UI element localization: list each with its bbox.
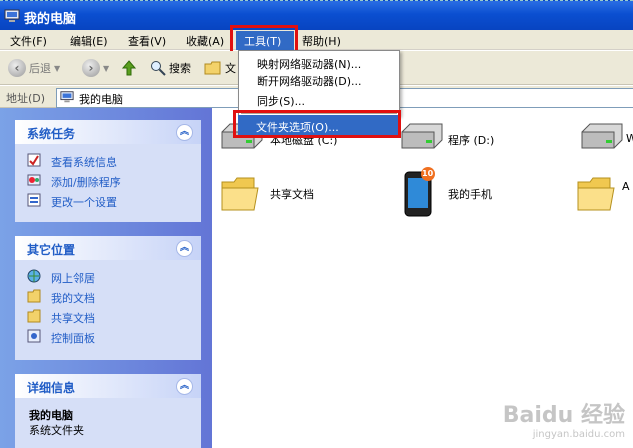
menu-favorites[interactable]: 收藏(A) — [186, 33, 224, 49]
menu-disconnect-network-drive[interactable]: 断开网络驱动器(D)... — [257, 73, 362, 89]
details-name: 我的电脑 — [29, 409, 73, 422]
system-tasks-panel: 系统任务 ︽ 查看系统信息 添加/删除程序 更改一个设置 — [15, 120, 201, 222]
menu-map-network-drive[interactable]: 映射网络驱动器(N)... — [257, 56, 361, 72]
system-tasks-header[interactable]: 系统任务 ︽ — [15, 120, 201, 144]
task-change-setting[interactable]: 更改一个设置 — [15, 190, 201, 210]
place-shared-documents[interactable]: 共享文档 — [15, 306, 201, 326]
menu-view[interactable]: 查看(V) — [128, 33, 166, 49]
details-panel: 详细信息 ︽ 我的电脑 系统文件夹 — [15, 374, 201, 448]
details-desc: 系统文件夹 — [29, 424, 84, 437]
dropdown-arrow-icon: ▼ — [54, 63, 61, 73]
shared-folder-icon — [27, 309, 41, 323]
menu-edit[interactable]: 编辑(E) — [70, 33, 108, 49]
search-button[interactable]: 搜索 — [150, 57, 191, 79]
baidu-watermark: Baidu 经验 jingyan.baidu.com — [502, 403, 625, 440]
drive-partial[interactable]: W — [578, 122, 633, 155]
up-folder-button[interactable] — [120, 57, 138, 79]
drive-d[interactable]: 程序 (D:) — [398, 122, 494, 155]
title-bar[interactable]: 我的电脑 — [0, 0, 633, 30]
window-title: 我的电脑 — [24, 12, 77, 27]
address-label: 地址(D) — [6, 92, 46, 105]
other-places-header[interactable]: 其它位置 ︽ — [15, 236, 201, 260]
forward-arrow-icon: › — [82, 59, 100, 77]
search-icon — [151, 61, 166, 76]
programs-icon — [27, 174, 41, 186]
shared-documents-folder[interactable]: 共享文档 — [220, 174, 314, 217]
folders-button[interactable]: 文 — [204, 57, 236, 79]
my-phone[interactable]: 10 我的手机 — [402, 166, 492, 221]
folder-icon — [204, 61, 221, 75]
back-arrow-icon: ‹ — [8, 59, 26, 77]
collapse-icon[interactable]: ︽ — [176, 240, 193, 257]
place-my-documents[interactable]: 我的文档 — [15, 286, 201, 306]
up-arrow-icon — [121, 60, 137, 76]
menu-bar: 文件(F) 编辑(E) 查看(V) 收藏(A) 帮助(H) — [0, 30, 633, 50]
network-icon — [27, 269, 41, 283]
menu-help[interactable]: 帮助(H) — [302, 33, 341, 49]
menu-synchronize[interactable]: 同步(S)... — [257, 93, 305, 109]
tools-dropdown-menu: 映射网络驱动器(N)... 断开网络驱动器(D)... 同步(S)... — [238, 50, 400, 116]
collapse-icon[interactable]: ︽ — [176, 124, 193, 141]
address-value: 我的电脑 — [79, 93, 123, 106]
computer-icon — [4, 9, 20, 22]
forward-button[interactable]: › ▼ — [82, 57, 109, 79]
partial-folder[interactable]: A — [576, 174, 630, 217]
other-places-panel: 其它位置 ︽ 网上邻居 我的文档 共享文档 控制面板 — [15, 236, 201, 360]
folder-icon — [577, 177, 615, 211]
system-info-icon — [27, 153, 41, 167]
task-pane: 系统任务 ︽ 查看系统信息 添加/删除程序 更改一个设置 其它位置 ︽ 网上邻居 — [0, 108, 212, 448]
phone-badge: 10 — [422, 169, 434, 178]
back-button[interactable]: ‹ 后退 ▼ — [8, 57, 60, 79]
collapse-icon[interactable]: ︽ — [176, 378, 193, 395]
settings-icon — [27, 193, 41, 207]
task-add-remove-programs[interactable]: 添加/删除程序 — [15, 170, 201, 190]
folder-icon — [221, 177, 259, 211]
dropdown-arrow-icon: ▼ — [103, 63, 110, 73]
documents-folder-icon — [27, 289, 41, 303]
place-network[interactable]: 网上邻居 — [15, 266, 201, 286]
details-header[interactable]: 详细信息 ︽ — [15, 374, 201, 398]
hard-drive-icon — [581, 123, 623, 149]
place-control-panel[interactable]: 控制面板 — [15, 326, 201, 346]
hard-drive-icon — [401, 123, 443, 149]
folder-options-annotation-box — [233, 110, 401, 138]
computer-icon — [60, 91, 74, 103]
task-view-system-info[interactable]: 查看系统信息 — [15, 150, 201, 170]
control-panel-icon — [27, 329, 41, 343]
menu-file[interactable]: 文件(F) — [10, 33, 47, 49]
